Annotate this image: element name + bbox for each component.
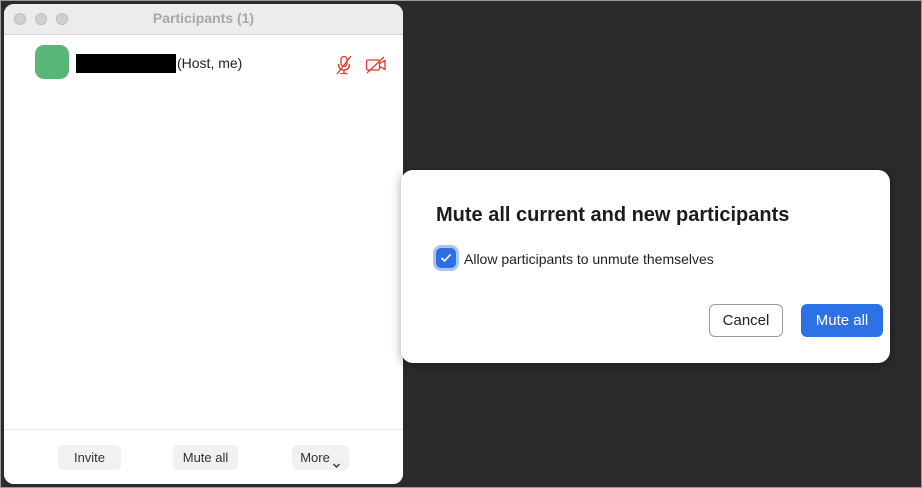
allow-unmute-label[interactable]: Allow participants to unmute themselves bbox=[464, 251, 714, 267]
title-bar: Participants (1) bbox=[4, 4, 403, 35]
participant-row[interactable]: (Host, me) bbox=[4, 42, 403, 82]
cancel-button[interactable]: Cancel bbox=[709, 304, 783, 337]
confirm-mute-all-button[interactable]: Mute all bbox=[801, 304, 883, 337]
video-off-icon[interactable] bbox=[365, 56, 387, 74]
mute-all-dialog: Mute all current and new participants Al… bbox=[401, 170, 890, 363]
participants-window: Participants (1) (Host, me) Invite Mute … bbox=[4, 4, 403, 484]
participant-role-tag: (Host, me) bbox=[177, 55, 243, 71]
redacted-participant-name bbox=[76, 54, 176, 73]
participants-toolbar: Invite Mute all More bbox=[4, 429, 403, 484]
more-button-label: More bbox=[300, 450, 330, 465]
chevron-down-icon bbox=[332, 453, 341, 469]
mic-muted-icon[interactable] bbox=[335, 55, 353, 75]
invite-button[interactable]: Invite bbox=[58, 445, 121, 470]
more-button[interactable]: More bbox=[292, 445, 349, 470]
window-title: Participants (1) bbox=[152, 10, 255, 26]
mute-all-button[interactable]: Mute all bbox=[173, 445, 238, 470]
avatar bbox=[35, 45, 69, 79]
dialog-title: Mute all current and new participants bbox=[436, 204, 790, 226]
allow-unmute-checkbox[interactable] bbox=[436, 248, 456, 268]
